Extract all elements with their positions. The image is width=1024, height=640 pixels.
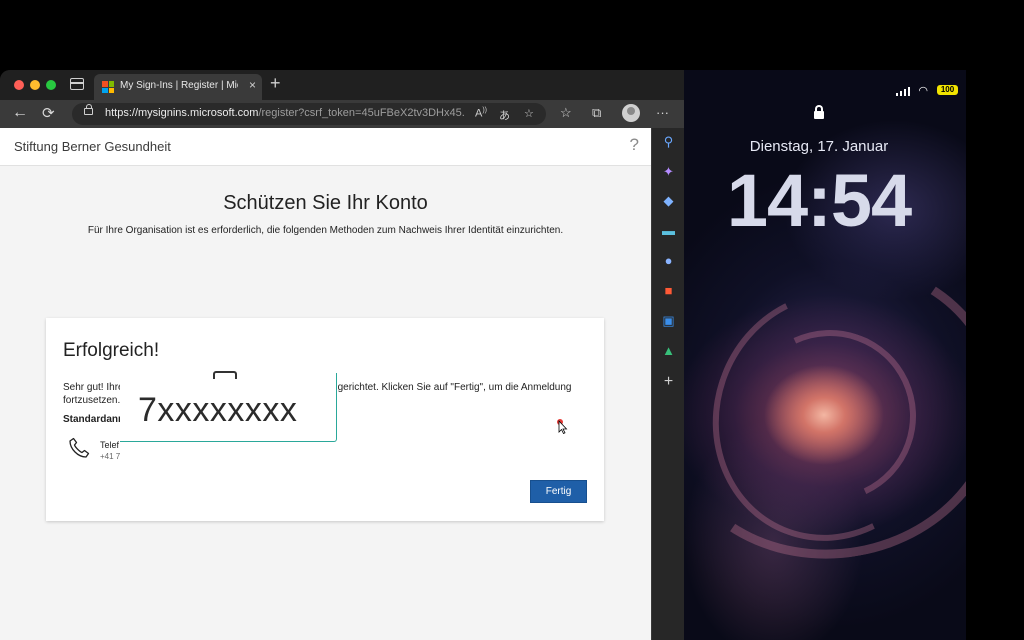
tab-title: My Sign-Ins | Register | Microsoft bbox=[120, 80, 238, 91]
overlay-phone-number: 7xxxxxxxx bbox=[138, 391, 298, 429]
microsoft-logo-icon bbox=[102, 81, 114, 93]
add-icon[interactable]: + bbox=[652, 373, 685, 391]
close-window-button[interactable] bbox=[14, 80, 24, 90]
address-bar-row: ← ⟳ https://mysignins.microsoft.com/regi… bbox=[0, 100, 684, 128]
method-number: +41 7 bbox=[100, 452, 121, 461]
back-button[interactable]: ← bbox=[12, 104, 28, 122]
tab-bar: My Sign-Ins | Register | Microsoft × + bbox=[0, 70, 684, 100]
lock-date: Dienstag, 17. Januar bbox=[749, 138, 889, 155]
galaxy-arm bbox=[684, 232, 966, 586]
tree-icon[interactable]: ▲ bbox=[652, 343, 685, 358]
office-icon[interactable]: ■ bbox=[652, 283, 685, 298]
shopping-icon[interactable]: ◆ bbox=[652, 193, 685, 209]
collections-icon[interactable]: ⧉ bbox=[592, 105, 601, 121]
maximize-window-button[interactable] bbox=[46, 80, 56, 90]
lock-time: 14:54 bbox=[726, 159, 912, 242]
org-header: Stiftung Berner Gesundheit ? bbox=[0, 128, 651, 166]
profile-avatar[interactable] bbox=[622, 104, 640, 122]
copilot-icon[interactable]: ✦ bbox=[652, 164, 685, 180]
tab-close-icon[interactable]: × bbox=[249, 78, 256, 92]
signal-icon bbox=[896, 87, 910, 96]
favorite-add-icon[interactable]: ☆ bbox=[524, 107, 534, 120]
refresh-button[interactable]: ⟳ bbox=[42, 104, 55, 122]
org-name: Stiftung Berner Gesundheit bbox=[14, 139, 171, 154]
wifi-icon: ◠ bbox=[918, 85, 928, 97]
battery-indicator: 100 bbox=[937, 85, 958, 95]
help-icon[interactable]: ? bbox=[630, 135, 639, 155]
more-menu-icon[interactable]: ··· bbox=[656, 105, 669, 120]
method-name: Telef bbox=[100, 440, 120, 450]
minimize-window-button[interactable] bbox=[30, 80, 40, 90]
url-field[interactable]: https://mysignins.microsoft.com/register… bbox=[72, 103, 546, 125]
search-icon[interactable]: ⚲ bbox=[652, 134, 685, 150]
url-host: https://mysignins.microsoft.com bbox=[105, 107, 259, 119]
mouse-cursor-icon bbox=[557, 419, 568, 434]
lock-icon[interactable] bbox=[84, 104, 93, 115]
tab-my-sign-ins[interactable]: My Sign-Ins | Register | Microsoft × bbox=[94, 74, 262, 100]
new-tab-button[interactable]: + bbox=[270, 73, 281, 94]
url-path: /register?csrf_token=45uFBeX2tv3DHx45... bbox=[258, 107, 465, 119]
tab-actions-icon[interactable] bbox=[70, 78, 84, 90]
done-button[interactable]: Fertig bbox=[530, 480, 587, 503]
tools-icon[interactable]: ▬ bbox=[652, 223, 685, 238]
page-subtitle: Für Ihre Organisation ist es erforderlic… bbox=[87, 225, 564, 236]
translate-icon[interactable]: あ bbox=[499, 107, 510, 123]
favorites-icon[interactable]: ☆ bbox=[560, 105, 572, 121]
lock-icon bbox=[814, 105, 824, 119]
outlook-icon[interactable]: ▣ bbox=[652, 313, 685, 329]
phone-number-overlay: 7xxxxxxxx bbox=[120, 371, 337, 442]
phone-icon bbox=[69, 437, 90, 458]
browser-window: My Sign-Ins | Register | Microsoft × + ←… bbox=[0, 70, 684, 640]
overlay-caret-icon bbox=[213, 371, 237, 379]
url-text: https://mysignins.microsoft.com/register… bbox=[105, 107, 465, 119]
card-heading: Erfolgreich! bbox=[63, 340, 160, 361]
phone-lock-screen: ◠ 100 Dienstag, 17. Januar 14:54 bbox=[684, 70, 966, 640]
status-bar: ◠ 100 bbox=[888, 84, 958, 97]
read-aloud-icon[interactable]: A)) bbox=[475, 107, 487, 120]
page-title: Schützen Sie Ihr Konto bbox=[223, 192, 428, 214]
edge-sidebar: ⚲ ✦ ◆ ▬ ● ■ ▣ ▲ + bbox=[651, 128, 685, 640]
people-icon[interactable]: ● bbox=[652, 253, 685, 268]
